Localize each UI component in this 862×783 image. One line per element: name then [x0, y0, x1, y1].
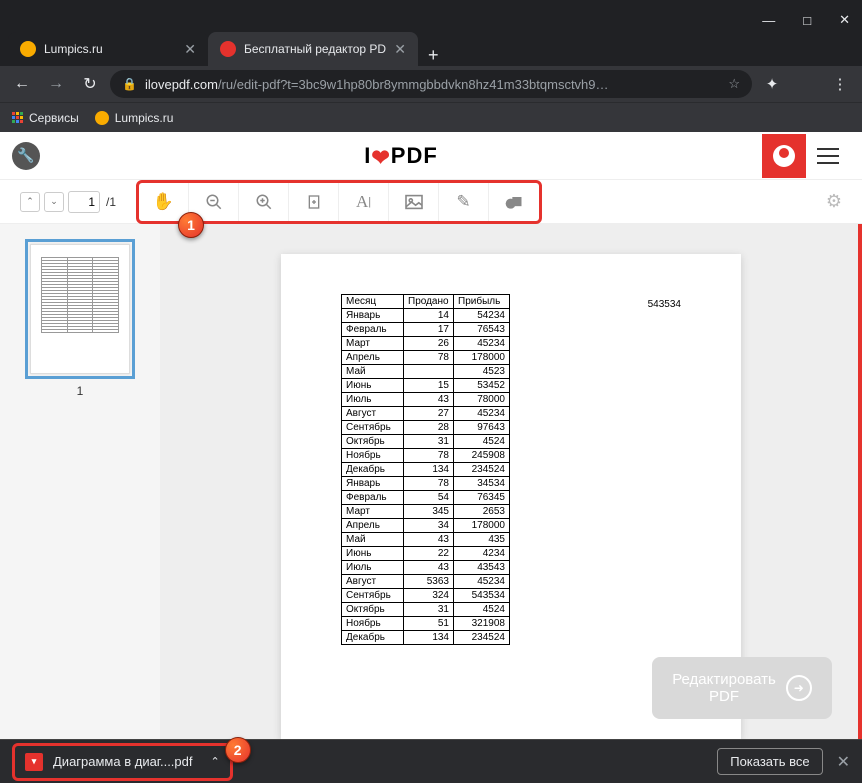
extensions-icon[interactable]: ✦ [758, 75, 786, 93]
bookmark-lumpics[interactable]: Lumpics.ru [95, 111, 174, 125]
page-number-input[interactable] [68, 191, 100, 213]
fit-tool[interactable] [289, 183, 339, 221]
scrollbar[interactable] [858, 224, 862, 739]
hamburger-menu[interactable] [806, 134, 850, 178]
pencil-tool[interactable]: ✎ [439, 183, 489, 221]
annotation-marker-1: 1 [178, 212, 204, 238]
lock-icon: 🔒 [122, 77, 137, 91]
text-tool[interactable]: A| [339, 183, 389, 221]
zoom-in-tool[interactable] [239, 183, 289, 221]
forward-button[interactable]: → [42, 75, 70, 93]
bookmark-services[interactable]: Сервисы [12, 111, 79, 125]
tab-title: Lumpics.ru [44, 42, 176, 56]
reload-button[interactable]: ↻ [76, 74, 104, 94]
thumbnail-sidebar: 1 [0, 224, 160, 739]
page-up-button[interactable]: ⌃ [20, 192, 40, 212]
shape-tool[interactable] [489, 183, 539, 221]
bookmark-star-icon[interactable]: ☆ [728, 76, 740, 92]
new-tab-button[interactable]: + [418, 45, 449, 66]
window-maximize[interactable]: □ [803, 13, 811, 28]
browser-menu-icon[interactable]: ⋮ [826, 75, 854, 93]
window-close[interactable]: ✕ [839, 12, 850, 28]
show-all-button[interactable]: Показать все [717, 748, 822, 775]
arrow-right-icon: ➜ [786, 675, 812, 701]
browser-tab-lumpics[interactable]: Lumpics.ru ✕ [8, 32, 208, 66]
tab-close-icon[interactable]: ✕ [184, 41, 196, 58]
favicon-icon [20, 41, 36, 57]
page-thumbnail[interactable] [30, 244, 130, 374]
close-downloads-icon[interactable]: ✕ [837, 752, 850, 772]
account-button[interactable] [762, 134, 806, 178]
image-tool[interactable] [389, 183, 439, 221]
ilovepdf-logo: I❤PDF [40, 143, 762, 169]
url-text: ilovepdf.com/ru/edit-pdf?t=3bc9w1hp80br8… [145, 77, 720, 92]
annotation-marker-2: 2 [225, 737, 251, 763]
bookmark-label: Сервисы [29, 111, 79, 125]
edit-pdf-button[interactable]: РедактироватьPDF ➜ [652, 657, 832, 719]
settings-icon[interactable]: ⚙ [826, 191, 842, 212]
user-icon [773, 145, 795, 167]
tab-close-icon[interactable]: ✕ [394, 41, 406, 58]
apps-grid-icon [12, 112, 23, 123]
favicon-icon [220, 41, 236, 57]
tools-icon[interactable]: 🔧 [12, 142, 40, 170]
doc-side-number: 543534 [648, 299, 681, 310]
bookmark-label: Lumpics.ru [115, 111, 174, 125]
page-total: /1 [106, 195, 116, 209]
favicon-icon [95, 111, 109, 125]
page-down-button[interactable]: ⌄ [44, 192, 64, 212]
browser-tab-ilovepdf[interactable]: Бесплатный редактор PDF-файл ✕ [208, 32, 418, 66]
thumbnail-page-number: 1 [77, 384, 84, 398]
pdf-file-icon: ▾ [25, 753, 43, 771]
window-minimize[interactable]: — [762, 13, 775, 28]
chevron-up-icon[interactable]: ⌃ [210, 755, 219, 768]
tab-title: Бесплатный редактор PDF-файл [244, 42, 386, 56]
address-bar[interactable]: 🔒 ilovepdf.com/ru/edit-pdf?t=3bc9w1hp80b… [110, 70, 752, 98]
download-item[interactable]: ▾ Диаграмма в диаг....pdf ⌃ [12, 743, 233, 781]
download-filename: Диаграмма в диаг....pdf [53, 754, 192, 769]
back-button[interactable]: ← [8, 75, 36, 93]
